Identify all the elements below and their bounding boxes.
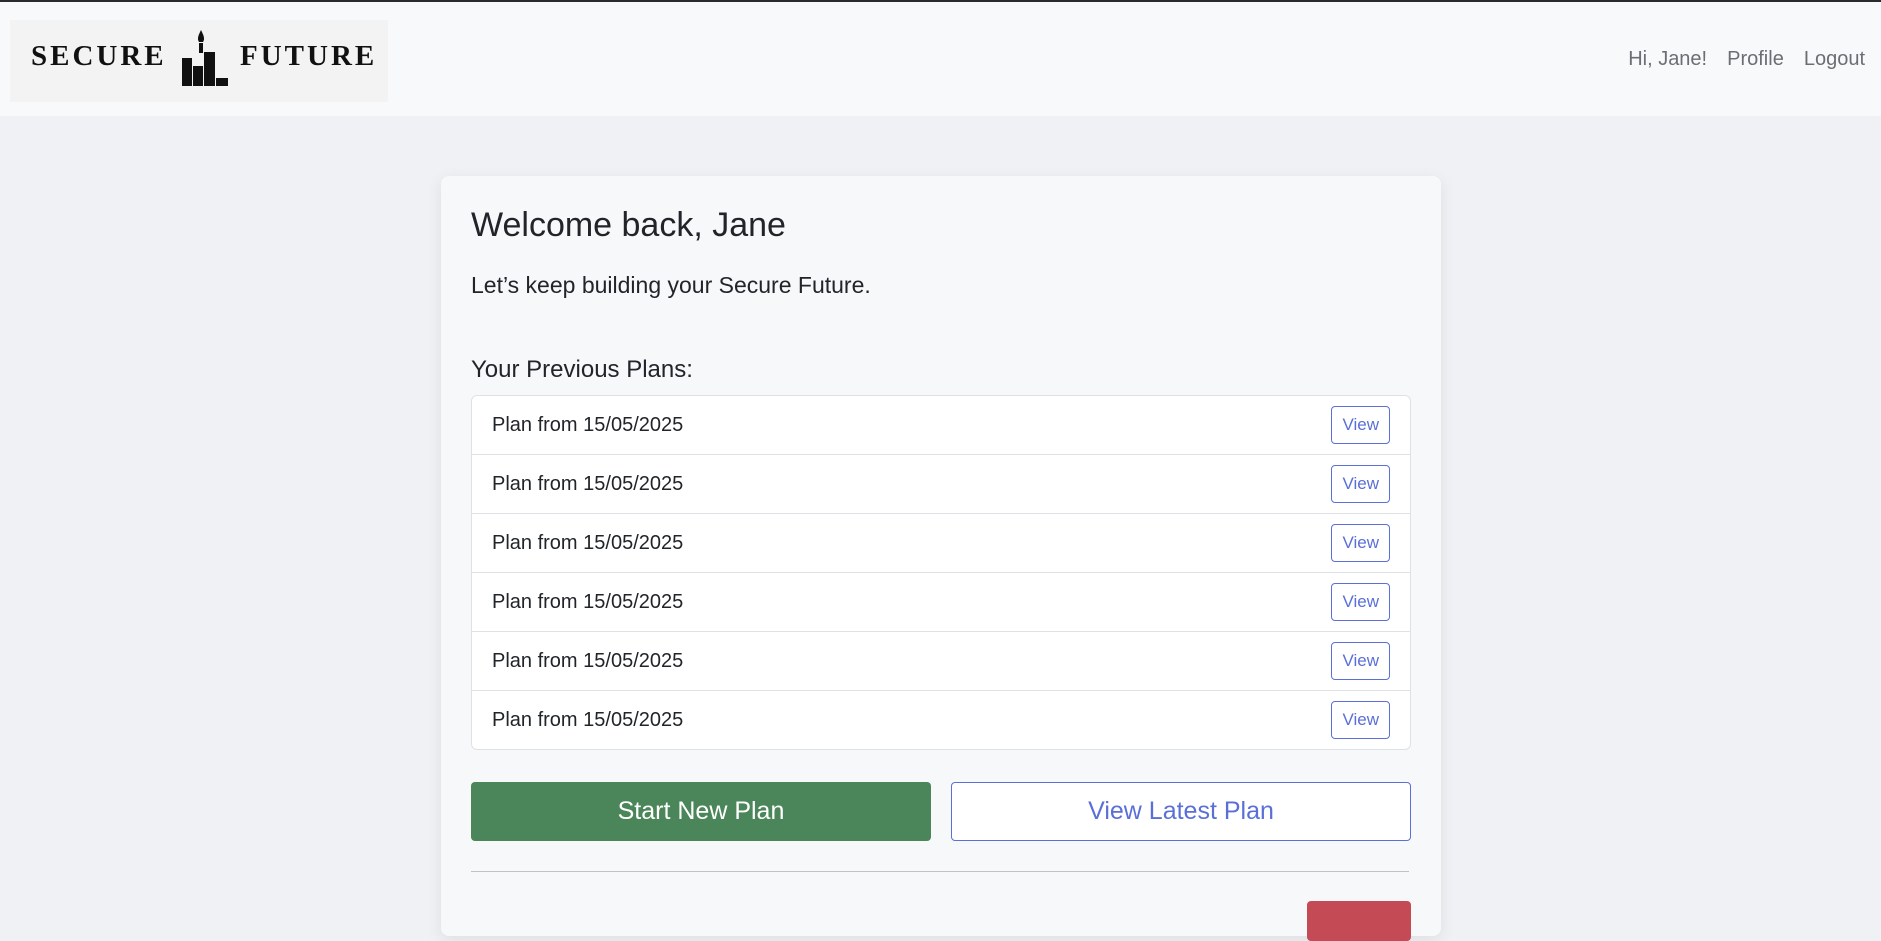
plan-label: Plan from 15/05/2025 — [492, 590, 684, 613]
plan-label: Plan from 15/05/2025 — [492, 531, 684, 554]
brand-word-right: FUTURE — [240, 40, 378, 72]
nav-logout-link[interactable]: Logout — [1804, 48, 1865, 71]
view-latest-plan-button[interactable]: View Latest Plan — [951, 782, 1411, 841]
plan-label: Plan from 15/05/2025 — [492, 472, 684, 495]
plan-label: Plan from 15/05/2025 — [492, 708, 684, 731]
list-item: Plan from 15/05/2025 View — [472, 572, 1410, 631]
plan-label: Plan from 15/05/2025 — [492, 413, 684, 436]
list-item: Plan from 15/05/2025 View — [472, 690, 1410, 749]
building-blocks-flame-icon — [182, 30, 228, 86]
dashboard-card: Welcome back, Jane Let’s keep building y… — [441, 176, 1441, 941]
brand-logo[interactable]: SECURE FUTURE — [10, 20, 388, 102]
view-plan-button[interactable]: View — [1331, 406, 1390, 444]
nav-links: Hi, Jane! Profile Logout — [1628, 48, 1865, 71]
list-item: Plan from 15/05/2025 View — [472, 513, 1410, 572]
page-title: Welcome back, Jane — [471, 206, 786, 244]
view-plan-button[interactable]: View — [1331, 465, 1390, 503]
danger-action-button[interactable] — [1307, 901, 1411, 941]
nav-greeting[interactable]: Hi, Jane! — [1628, 48, 1707, 71]
view-plan-button[interactable]: View — [1331, 642, 1390, 680]
list-item: Plan from 15/05/2025 View — [472, 631, 1410, 690]
nav-profile-link[interactable]: Profile — [1727, 48, 1784, 71]
page-subtitle: Let’s keep building your Secure Future. — [471, 272, 871, 298]
start-new-plan-button[interactable]: Start New Plan — [471, 782, 931, 841]
divider — [471, 871, 1409, 872]
previous-plans-heading: Your Previous Plans: — [471, 356, 693, 383]
plan-label: Plan from 15/05/2025 — [492, 649, 684, 672]
view-plan-button[interactable]: View — [1331, 524, 1390, 562]
list-item: Plan from 15/05/2025 View — [472, 454, 1410, 513]
view-plan-button[interactable]: View — [1331, 583, 1390, 621]
list-item: Plan from 15/05/2025 View — [472, 396, 1410, 454]
previous-plans-list: Plan from 15/05/2025 View Plan from 15/0… — [471, 395, 1411, 750]
brand-word-left: SECURE — [31, 40, 167, 72]
view-plan-button[interactable]: View — [1331, 701, 1390, 739]
navbar: SECURE FUTURE Hi, Jane! Profile Logout — [0, 2, 1881, 116]
